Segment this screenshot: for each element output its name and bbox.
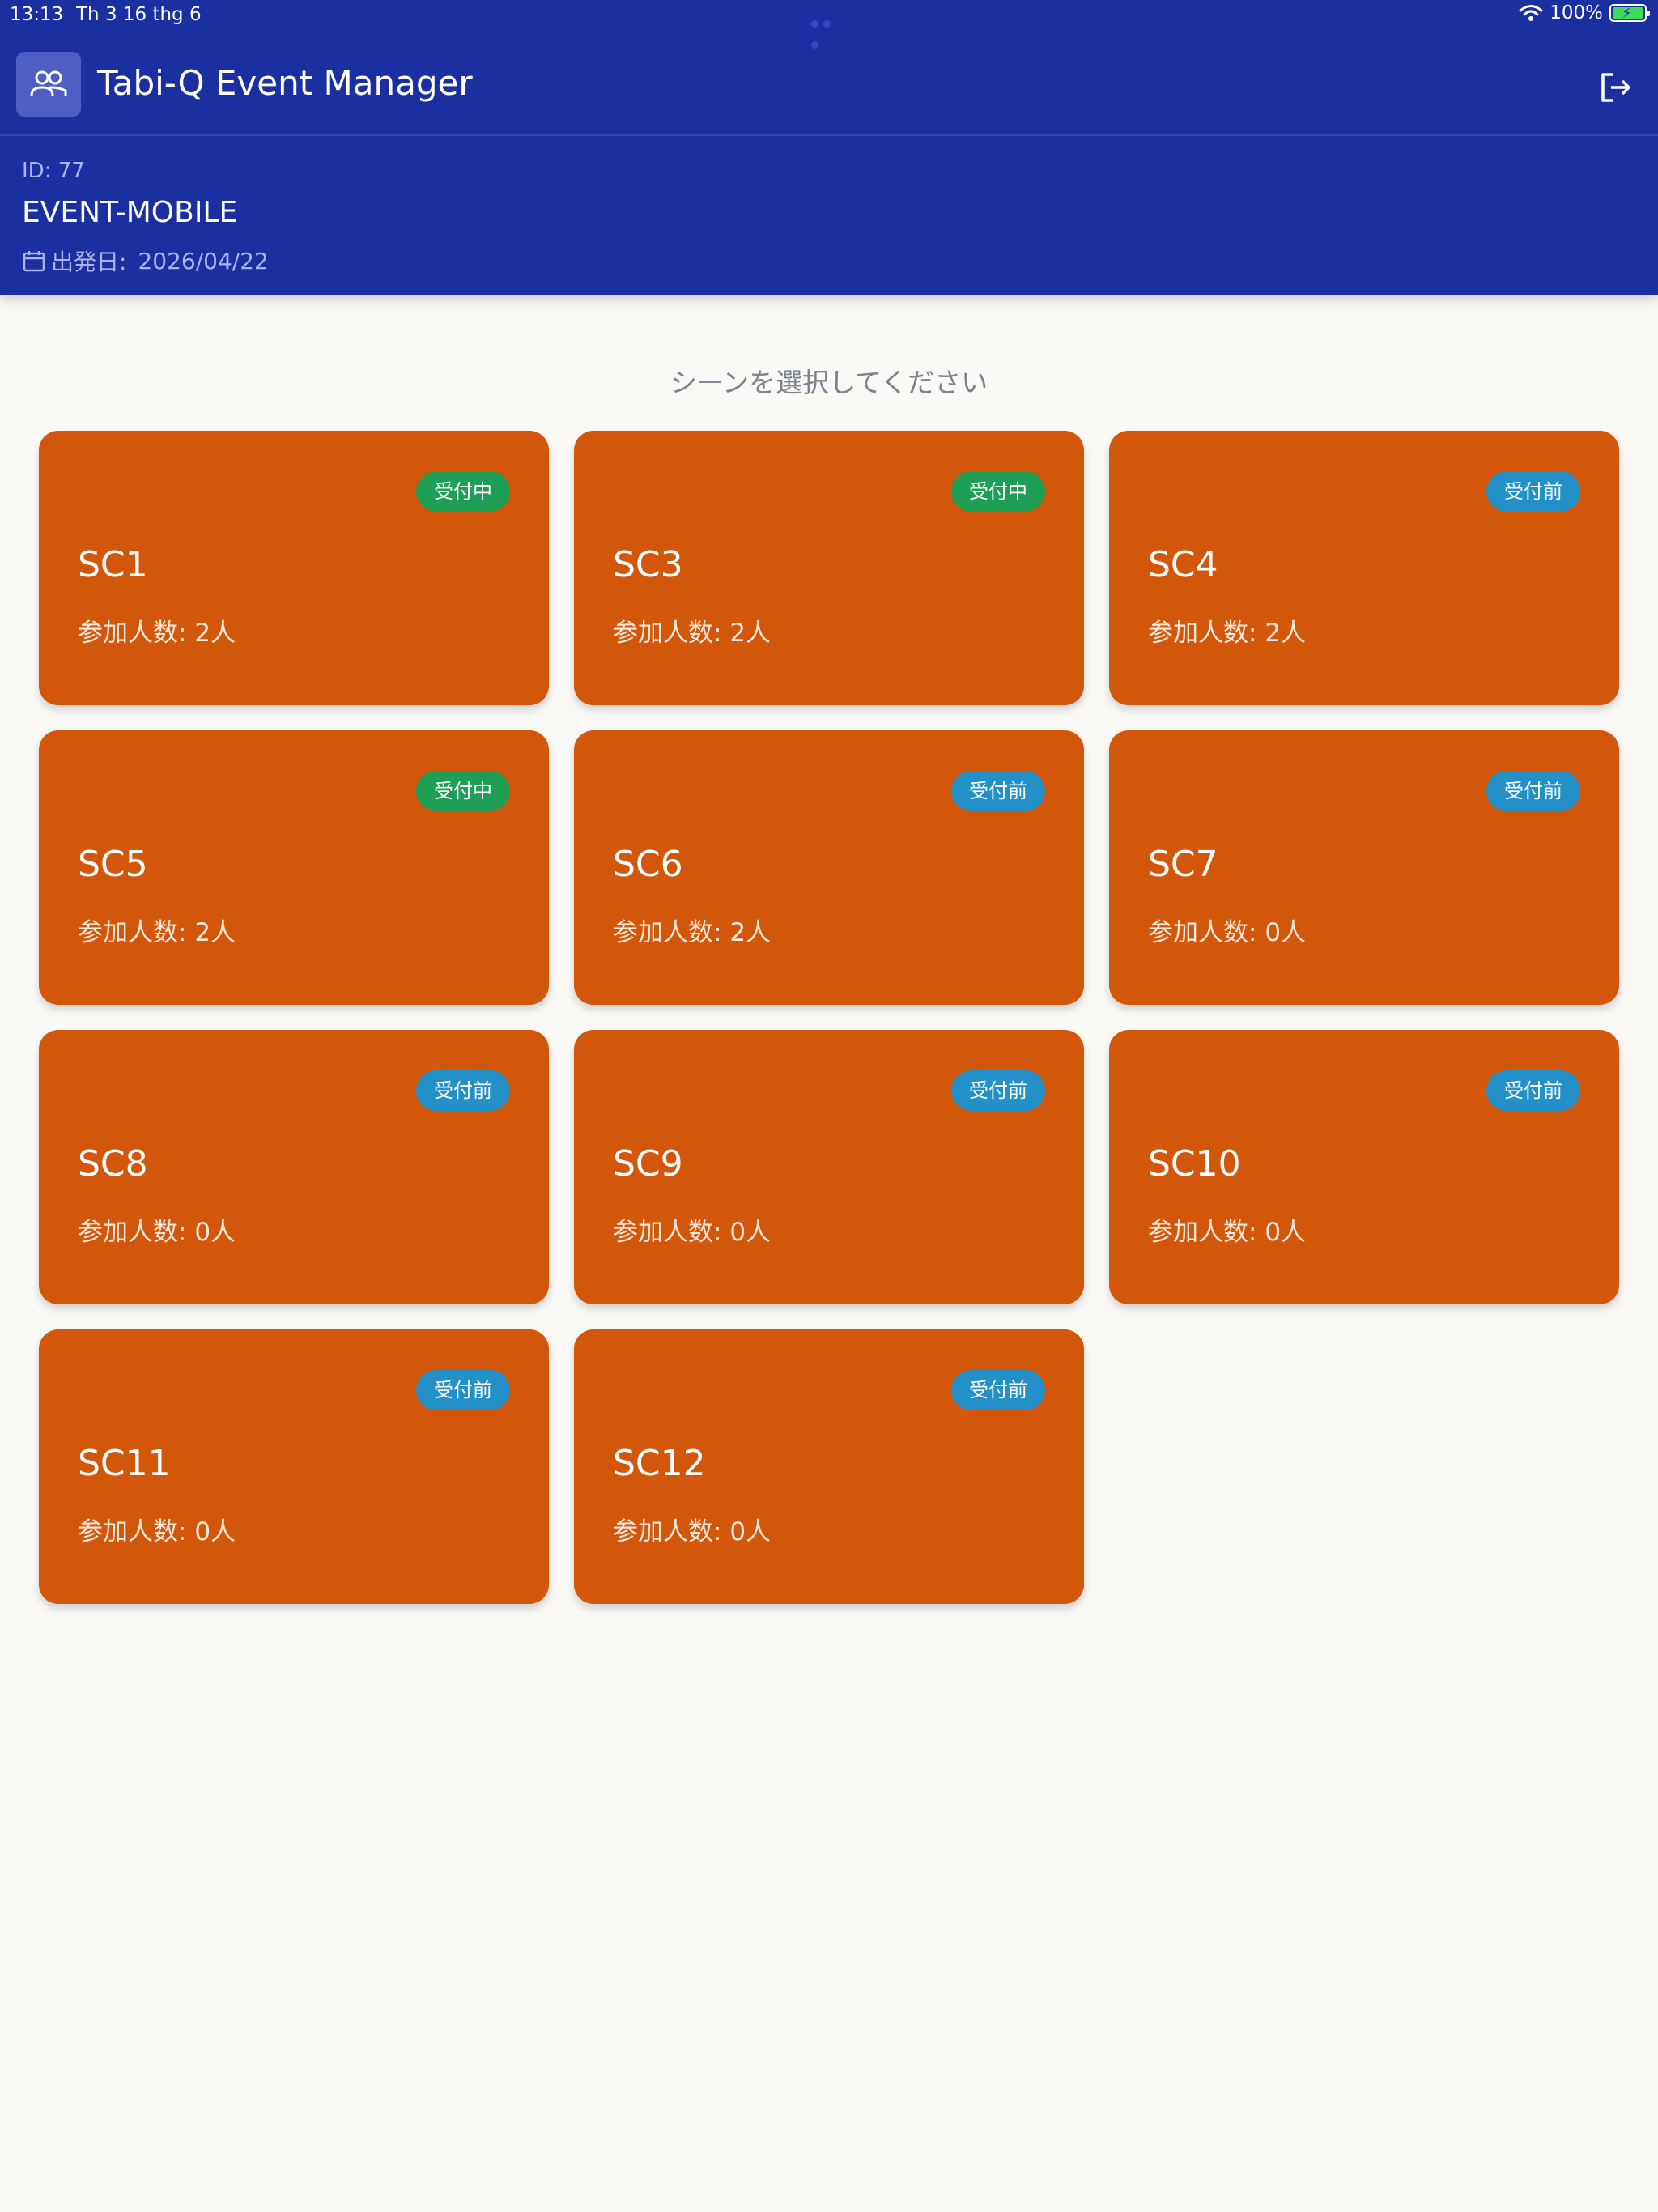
scene-name: SC9 [613, 1143, 683, 1185]
status-badge: 受付前 [1486, 771, 1580, 811]
participant-count-label: 参加人数: [613, 1218, 722, 1247]
participant-count-value: 2人 [729, 619, 772, 648]
scene-name: SC6 [613, 844, 683, 885]
calendar-icon [23, 251, 45, 272]
participant-count-label: 参加人数: [613, 1517, 722, 1546]
participant-count-value: 2人 [194, 918, 236, 947]
scene-name: SC10 [1148, 1143, 1241, 1185]
app-bar: Tabi-Q Event Manager [0, 32, 1658, 136]
participant-count: 参加人数: 0人 [1148, 1211, 1306, 1248]
participant-count: 参加人数: 2人 [1148, 612, 1306, 649]
participant-count-value: 0人 [729, 1517, 772, 1546]
battery-icon: ⚡ [1609, 4, 1650, 22]
participant-count-label: 参加人数: [78, 918, 187, 947]
status-badge: 受付前 [416, 1370, 510, 1410]
wifi-icon [1519, 5, 1543, 21]
participant-count: 参加人数: 2人 [78, 612, 236, 649]
app-title: Tabi-Q Event Manager [97, 63, 473, 103]
participant-count: 参加人数: 2人 [613, 612, 771, 649]
participant-count-value: 0人 [1265, 1218, 1307, 1247]
scene-name: SC11 [78, 1443, 171, 1484]
status-badge: 受付前 [951, 1370, 1045, 1410]
participant-count-label: 参加人数: [613, 918, 722, 947]
scene-card[interactable]: 受付前 SC7 参加人数: 0人 [1109, 730, 1619, 1005]
scene-name: SC8 [78, 1143, 148, 1185]
participant-count-value: 0人 [194, 1517, 236, 1546]
scene-card[interactable]: 受付前 SC8 参加人数: 0人 [39, 1030, 549, 1304]
status-time: 13:13 [10, 4, 64, 25]
status-badge: 受付中 [416, 771, 510, 811]
app-header: 13:13 Th 3 16 thg 6 100% ⚡ Tabi-Q Event … [0, 0, 1658, 295]
logout-icon [1601, 73, 1630, 102]
status-date: Th 3 16 thg 6 [76, 4, 202, 25]
event-date-value: 2026/04/22 [138, 247, 269, 274]
scene-card[interactable]: 受付前 SC10 参加人数: 0人 [1109, 1030, 1619, 1304]
scene-card[interactable]: 受付中 SC3 参加人数: 2人 [574, 431, 1084, 705]
scene-select-prompt: シーンを選択してください [670, 367, 988, 398]
participant-count: 参加人数: 0人 [78, 1511, 236, 1547]
participant-count-value: 0人 [729, 1218, 772, 1247]
scene-card[interactable]: 受付前 SC4 参加人数: 2人 [1109, 431, 1619, 705]
status-badge: 受付前 [951, 1070, 1045, 1111]
scene-grid: 受付中 SC1 参加人数: 2人 受付中 SC3 参加人数: 2人 受付前 SC… [39, 431, 1619, 1604]
scene-name: SC1 [78, 544, 148, 585]
participant-count-label: 参加人数: [1148, 1218, 1257, 1247]
scene-card[interactable]: 受付前 SC11 参加人数: 0人 [39, 1329, 549, 1604]
participant-count: 参加人数: 2人 [78, 912, 236, 948]
users-icon [16, 52, 81, 117]
participant-count-label: 参加人数: [1148, 619, 1257, 648]
status-badge: 受付中 [951, 471, 1045, 512]
participant-count-label: 参加人数: [613, 619, 722, 648]
participant-count-label: 参加人数: [78, 1517, 187, 1546]
scene-card[interactable]: 受付前 SC9 参加人数: 0人 [574, 1030, 1084, 1304]
participant-count-value: 0人 [194, 1218, 236, 1247]
participant-count-label: 参加人数: [1148, 918, 1257, 947]
participant-count: 参加人数: 0人 [1148, 912, 1306, 948]
status-badge: 受付前 [1486, 471, 1580, 512]
participant-count-value: 0人 [1265, 918, 1307, 947]
scene-name: SC12 [613, 1443, 706, 1484]
participant-count-label: 参加人数: [78, 619, 187, 648]
participant-count: 参加人数: 2人 [613, 912, 771, 948]
scene-card[interactable]: 受付中 SC1 参加人数: 2人 [39, 431, 549, 705]
event-date-label: 出発日: [51, 249, 127, 275]
status-badge: 受付中 [416, 471, 510, 512]
battery-percentage: 100% [1550, 2, 1603, 23]
event-date: 出発日: 2026/04/22 [22, 245, 269, 277]
scene-card[interactable]: 受付中 SC5 参加人数: 2人 [39, 730, 549, 1005]
event-id: ID: 77 [22, 159, 85, 183]
scene-name: SC7 [1148, 844, 1218, 885]
status-badge: 受付前 [951, 771, 1045, 811]
scene-name: SC5 [78, 844, 148, 885]
event-name: EVENT-MOBILE [22, 196, 238, 229]
status-badge: 受付前 [1486, 1070, 1580, 1111]
status-badge: 受付前 [416, 1070, 510, 1111]
participant-count: 参加人数: 0人 [613, 1511, 771, 1547]
multitasking-dots-icon[interactable] [811, 11, 847, 49]
scene-card[interactable]: 受付前 SC6 参加人数: 2人 [574, 730, 1084, 1005]
scene-name: SC4 [1148, 544, 1218, 585]
logout-button[interactable] [1592, 63, 1640, 112]
participant-count: 参加人数: 0人 [78, 1211, 236, 1248]
status-bar: 13:13 Th 3 16 thg 6 100% ⚡ [0, 0, 1658, 49]
participant-count: 参加人数: 0人 [613, 1211, 771, 1248]
participant-count-value: 2人 [1265, 619, 1307, 648]
scene-card[interactable]: 受付前 SC12 参加人数: 0人 [574, 1329, 1084, 1604]
participant-count-value: 2人 [729, 918, 772, 947]
scene-name: SC3 [613, 544, 683, 585]
participant-count-label: 参加人数: [78, 1218, 187, 1247]
participant-count-value: 2人 [194, 619, 236, 648]
